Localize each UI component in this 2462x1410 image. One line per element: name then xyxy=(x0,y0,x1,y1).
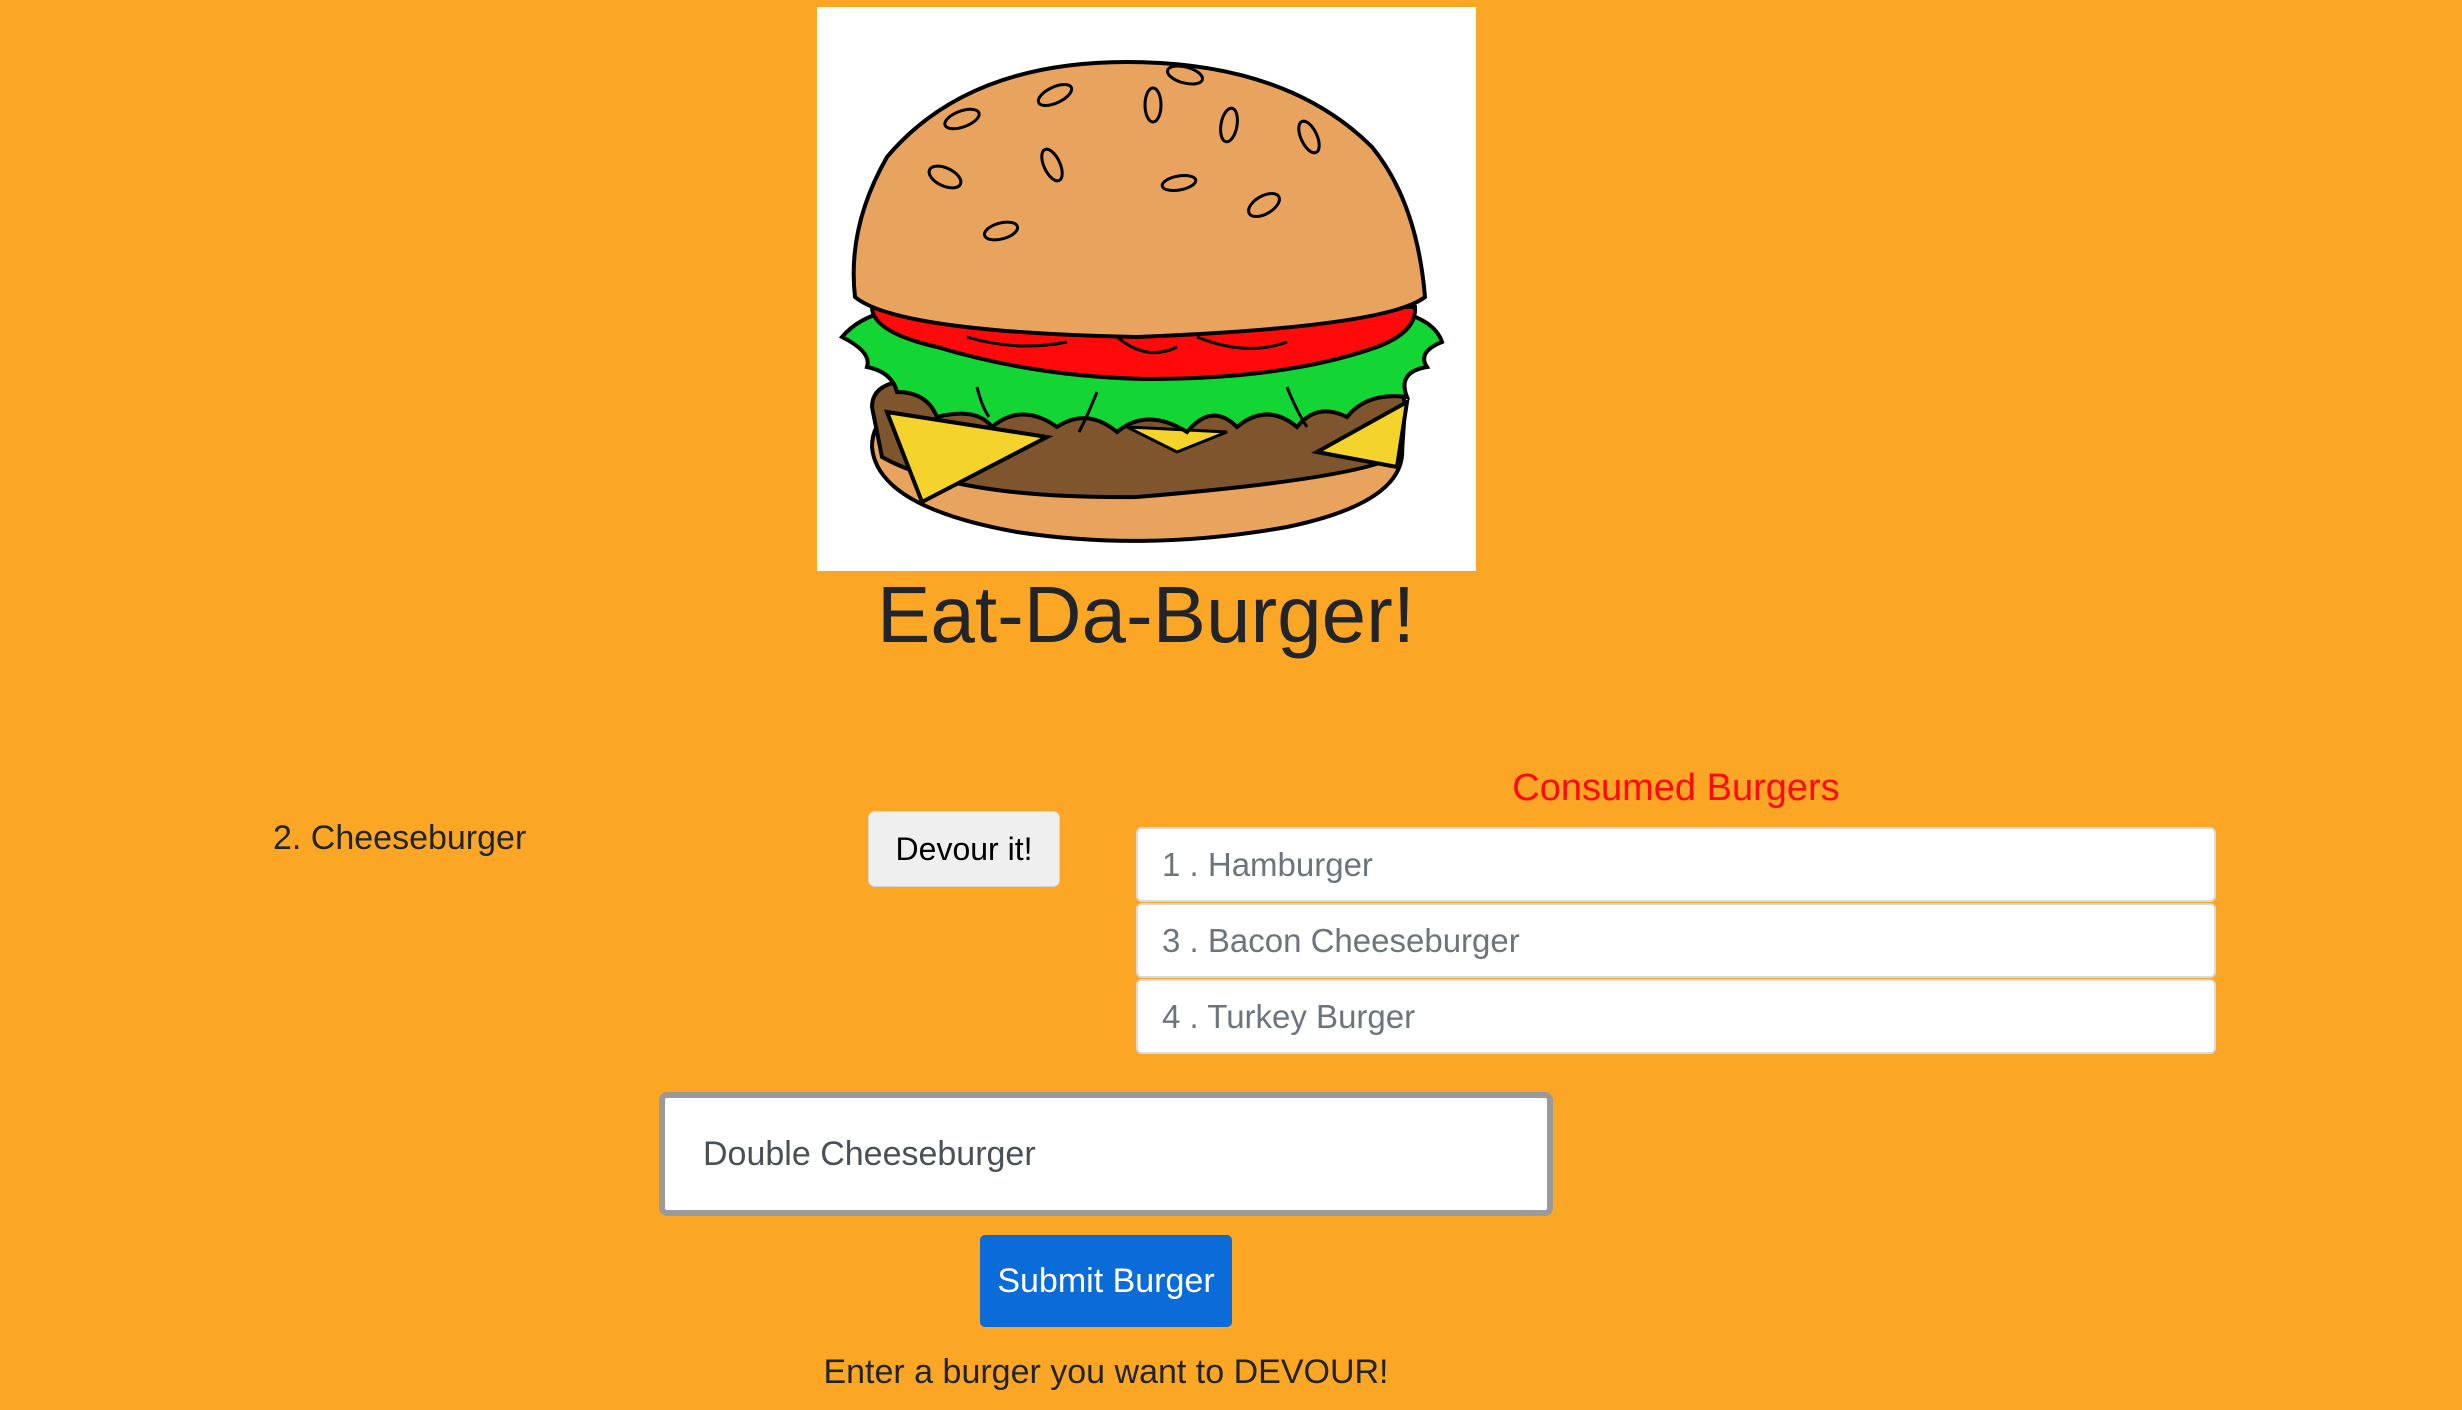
consumed-burger-item: 3 . Bacon Cheeseburger xyxy=(1136,903,2216,978)
consumed-burgers-title: Consumed Burgers xyxy=(1512,767,1840,809)
burger-logo-image xyxy=(817,7,1476,571)
page-title: Eat-Da-Burger! xyxy=(877,570,1415,659)
page: Eat-Da-Burger! 2. Cheeseburger Devour it… xyxy=(0,0,2462,1410)
uneaten-burger-item: 2. Cheeseburger xyxy=(273,819,527,857)
burger-icon xyxy=(838,59,1445,543)
consumed-burger-item: 4 . Turkey Burger xyxy=(1136,979,2216,1054)
devour-button[interactable]: Devour it! xyxy=(868,811,1060,887)
burger-name-input[interactable] xyxy=(659,1092,1553,1216)
consumed-burger-item: 1 . Hamburger xyxy=(1136,827,2216,902)
consumed-burgers-list: 1 . Hamburger 3 . Bacon Cheeseburger 4 .… xyxy=(1136,827,2216,1055)
helper-text: Enter a burger you want to DEVOUR! xyxy=(823,1353,1389,1391)
submit-burger-button[interactable]: Submit Burger xyxy=(980,1235,1232,1327)
